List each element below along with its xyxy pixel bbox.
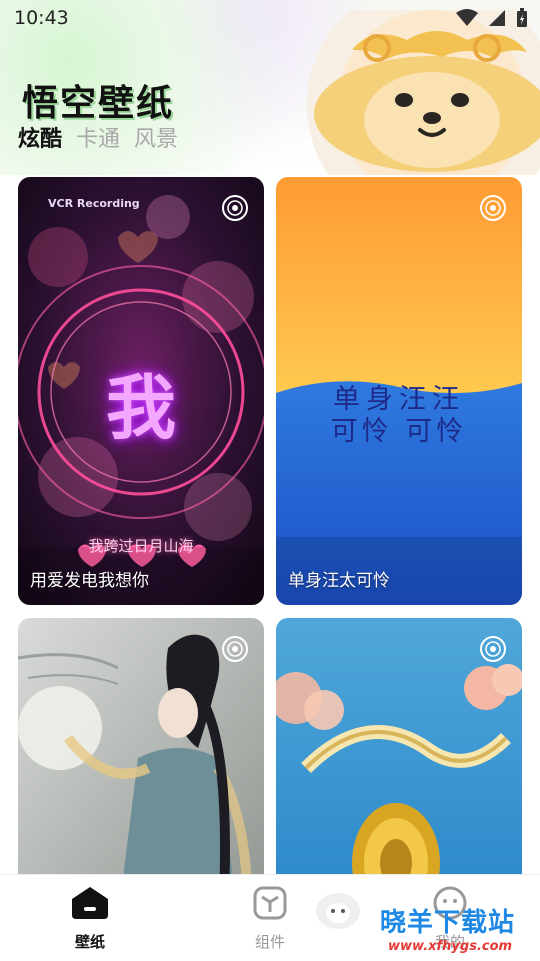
- nav-widget[interactable]: 组件: [230, 885, 310, 952]
- status-bar: 10:43: [0, 0, 540, 36]
- watermark-name: 晓羊下载站: [380, 908, 516, 938]
- card-art-text: 我跨过日月山海: [88, 537, 194, 555]
- wallpaper-card[interactable]: [18, 618, 264, 918]
- status-time: 10:43: [14, 7, 69, 29]
- wallpaper-card[interactable]: 单身汪汪 可怜 可怜 单身汪太可怜: [276, 177, 522, 605]
- card-center-glyph: 我: [106, 367, 176, 449]
- tab-cartoon[interactable]: 卡通: [76, 121, 120, 153]
- battery-icon: [517, 8, 527, 27]
- sheep-mascot-icon: [316, 893, 360, 929]
- live-wallpaper-icon: [222, 636, 248, 662]
- live-wallpaper-icon: [480, 195, 506, 221]
- tab-scenery[interactable]: 风景: [134, 121, 178, 153]
- category-tabs: 炫酷 卡通 风景: [18, 121, 178, 155]
- tab-cool[interactable]: 炫酷: [18, 121, 62, 155]
- card-thumbnail: [276, 618, 522, 918]
- wifi-icon: [456, 9, 478, 26]
- wallpaper-card[interactable]: [276, 618, 522, 918]
- nav-label: 壁纸: [74, 933, 105, 951]
- app-title: 悟空壁纸: [22, 83, 175, 124]
- widget-icon: [253, 886, 287, 920]
- site-watermark: 晓羊下载站 www.xfhygs.com: [380, 902, 515, 954]
- watermark-url: www.xfhygs.com: [388, 939, 513, 954]
- vcr-tag: VCR Recording: [48, 197, 140, 210]
- card-caption: 用爱发电我想你: [30, 571, 149, 591]
- card-caption: 单身汪太可怜: [288, 571, 390, 591]
- nav-label: 组件: [254, 933, 285, 951]
- card-art-text: 可怜 可怜: [330, 416, 468, 447]
- signal-icon: [489, 10, 505, 26]
- wallpaper-icon: [72, 887, 108, 919]
- live-wallpaper-icon: [222, 195, 248, 221]
- nav-wallpaper[interactable]: 壁纸: [50, 885, 130, 952]
- live-wallpaper-icon: [480, 636, 506, 662]
- card-thumbnail: [18, 618, 264, 918]
- wallpaper-card[interactable]: VCR Recording 我 我跨过日月山海 用爱发电我想你: [18, 177, 264, 605]
